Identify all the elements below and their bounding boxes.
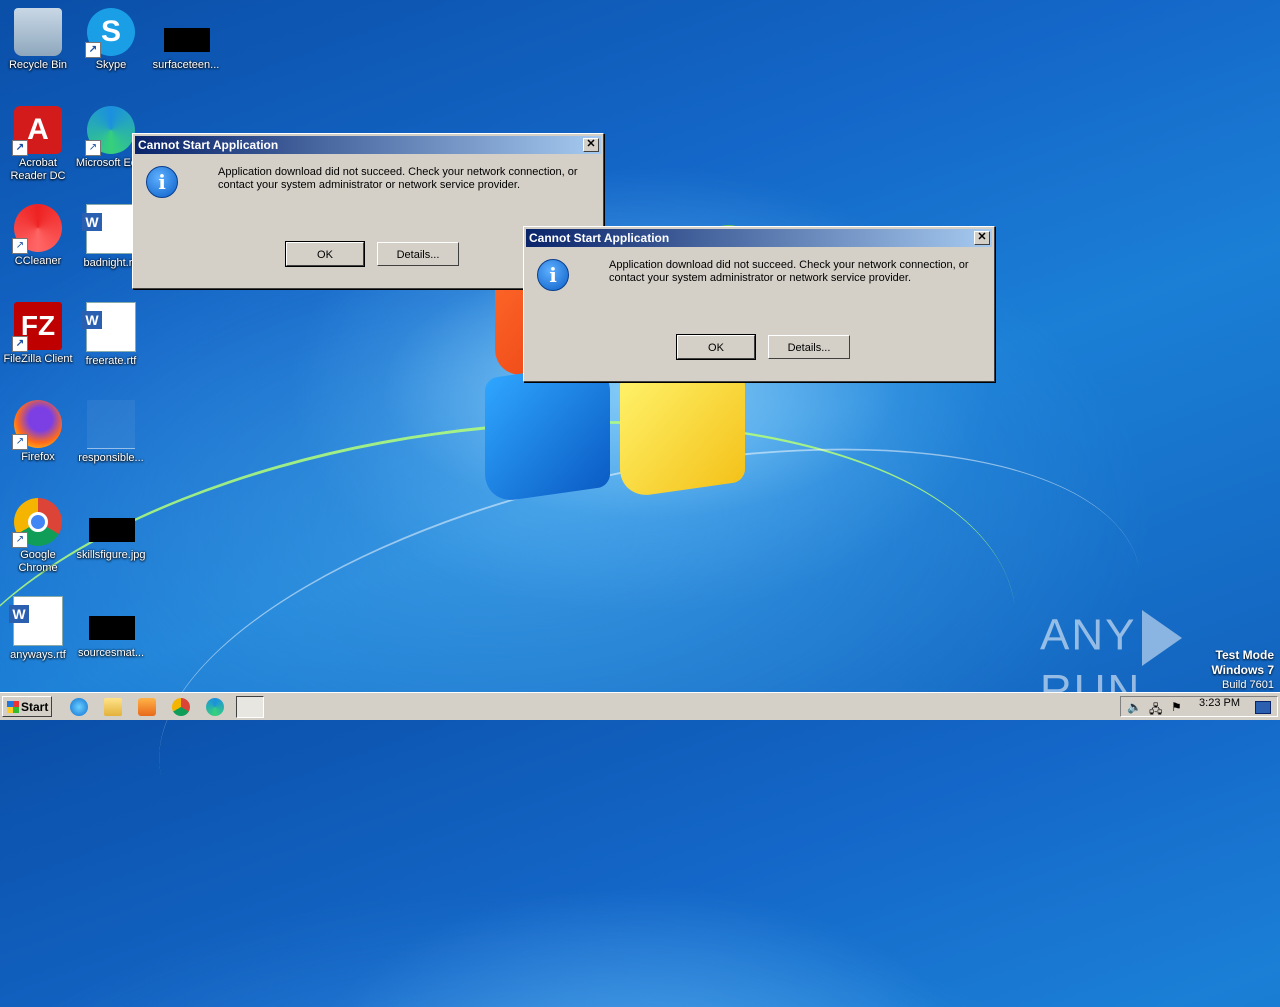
desktop-icon-label: FileZilla Client <box>3 353 73 365</box>
word-doc-icon: W <box>9 596 63 646</box>
play-icon <box>1142 610 1183 666</box>
desktop-icon-label: Skype <box>95 59 127 71</box>
desktop-icon-firefox[interactable]: ↗ Firefox <box>0 400 76 464</box>
details-button[interactable]: Details... <box>768 335 850 359</box>
edge-icon[interactable] <box>206 698 224 716</box>
chrome-icon: ↗ <box>12 498 62 548</box>
start-button[interactable]: Start <box>2 696 52 717</box>
flag-icon[interactable]: ⚑ <box>1171 700 1182 714</box>
taskbar: Start 🔈 🖧 ⚑ 3:23 PM <box>0 692 1280 720</box>
dialog-message: Application download did not succeed. Ch… <box>218 166 578 191</box>
dialog-title: Cannot Start Application <box>529 231 670 245</box>
desktop-icon-label: CCleaner <box>14 255 62 267</box>
acrobat-icon: A ↗ <box>12 106 62 156</box>
desktop-icon-label: sourcesmat... <box>77 647 145 659</box>
desktop-icon-ccleaner[interactable]: ↗ CCleaner <box>0 204 76 268</box>
desktop-icon-chrome[interactable]: ↗ Google Chrome <box>0 498 76 575</box>
desktop-icon-filezilla[interactable]: FZ ↗ FileZilla Client <box>0 302 76 366</box>
dialog-titlebar[interactable]: Cannot Start Application ✕ <box>526 229 992 247</box>
firefox-icon: ↗ <box>12 400 62 450</box>
desktop-icon-skillsfigure[interactable]: skillsfigure.jpg <box>73 498 149 562</box>
volume-icon[interactable]: 🔈 <box>1127 700 1142 714</box>
desktop-icon-label: responsible... <box>78 452 144 464</box>
info-icon: i <box>537 259 569 291</box>
desktop-icon-label: Google Chrome <box>18 549 58 574</box>
redacted-file-icon <box>89 616 135 640</box>
blank-file-icon <box>87 400 135 449</box>
desktop-icon-label: skillsfigure.jpg <box>76 549 146 561</box>
close-button[interactable]: ✕ <box>974 231 990 245</box>
test-mode-text: Test Mode <box>1215 648 1274 662</box>
desktop-icon-label: Acrobat Reader DC <box>10 157 66 182</box>
desktop-icon-label: freerate.rtf <box>85 355 137 367</box>
word-doc-icon: W <box>82 204 136 254</box>
desktop-icon-recycle-bin[interactable]: Recycle Bin <box>0 8 76 72</box>
desktop-icon-label: Firefox <box>21 451 55 463</box>
windows-flag-icon <box>7 701 19 713</box>
filezilla-icon: FZ ↗ <box>12 302 62 352</box>
details-button[interactable]: Details... <box>377 242 459 266</box>
desktop-icon-acrobat[interactable]: A ↗ Acrobat Reader DC <box>0 106 76 183</box>
chrome-icon[interactable] <box>172 698 190 716</box>
desktop-icon-label: surfaceteen... <box>152 59 220 71</box>
build-text: Build 7601 <box>1222 679 1274 691</box>
desktop-icon-skype[interactable]: S ↗ Skype <box>73 8 149 72</box>
word-doc-icon: W <box>82 302 136 352</box>
internet-explorer-icon[interactable] <box>70 698 88 716</box>
recycle-bin-icon <box>14 8 62 56</box>
dialog-message: Application download did not succeed. Ch… <box>609 259 969 284</box>
show-desktop-icon[interactable] <box>1255 701 1271 714</box>
ccleaner-icon: ↗ <box>12 204 62 254</box>
media-player-icon[interactable] <box>138 698 156 716</box>
edge-icon: ↗ <box>85 106 135 156</box>
desktop-icon-sourcesmat[interactable]: sourcesmat... <box>73 596 149 660</box>
system-info: Test Mode Windows 7 Build 7601 <box>1211 648 1274 692</box>
error-dialog[interactable]: Cannot Start Application ✕ i Application… <box>523 226 995 382</box>
desktop-icon-label: Recycle Bin <box>8 59 68 71</box>
desktop-icon-freerate[interactable]: W freerate.rtf <box>73 302 149 368</box>
windows-version-text: Windows 7 <box>1211 663 1274 677</box>
skype-icon: S ↗ <box>85 8 135 58</box>
redacted-file-icon <box>164 28 210 52</box>
clock[interactable]: 3:23 PM <box>1199 696 1240 711</box>
close-button[interactable]: ✕ <box>583 138 599 152</box>
dialog-title: Cannot Start Application <box>138 138 279 152</box>
explorer-icon[interactable] <box>104 698 122 716</box>
desktop-icon-surfaceteen[interactable]: surfaceteen... <box>148 8 224 72</box>
network-icon[interactable]: 🖧 <box>1149 700 1162 721</box>
redacted-file-icon <box>89 518 135 542</box>
dialog-titlebar[interactable]: Cannot Start Application ✕ <box>135 136 601 154</box>
ok-button[interactable]: OK <box>676 334 756 360</box>
ok-button[interactable]: OK <box>285 241 365 267</box>
app-window-icon[interactable] <box>236 696 264 718</box>
info-icon: i <box>146 166 178 198</box>
desktop-icon-label: anyways.rtf <box>10 649 66 661</box>
desktop-icon-responsible[interactable]: responsible... <box>73 400 149 465</box>
desktop-icon-anyways[interactable]: W anyways.rtf <box>0 596 76 662</box>
